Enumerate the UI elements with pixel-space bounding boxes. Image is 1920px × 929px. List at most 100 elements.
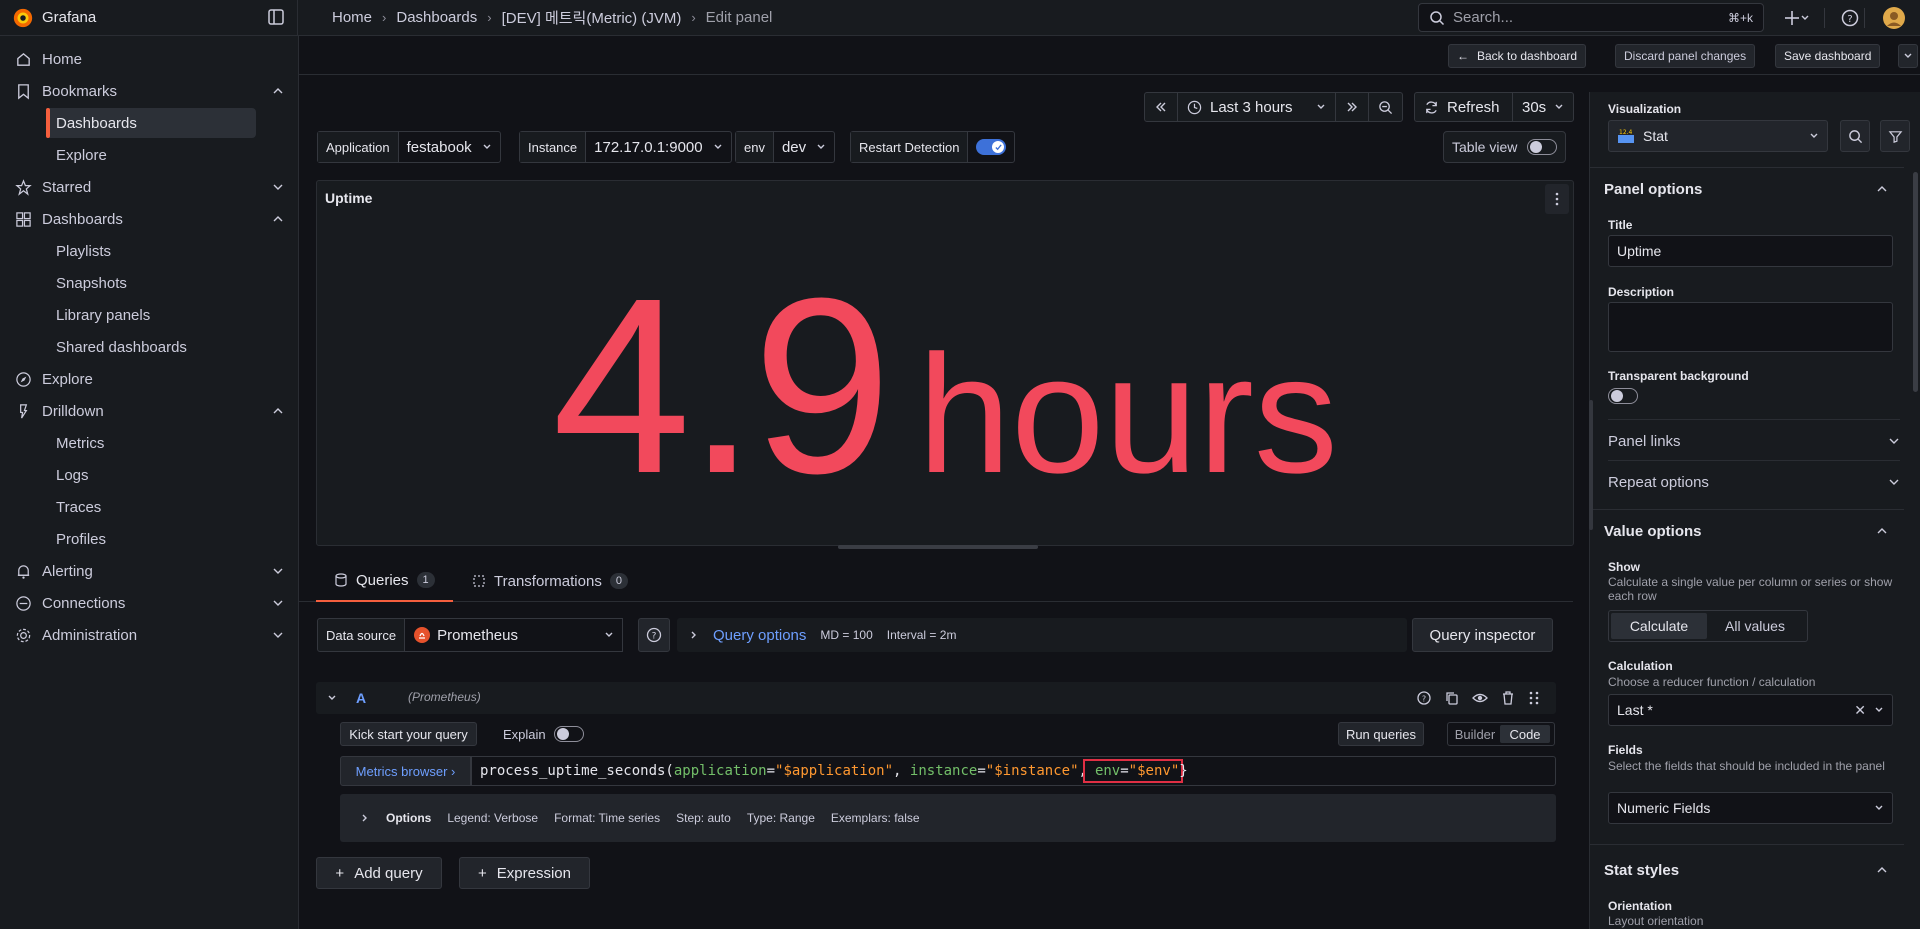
search-input[interactable]: Search... ⌘+k [1418,3,1764,32]
refresh-button[interactable]: Refresh [1415,93,1513,121]
query-options-summary[interactable]: Options Legend: Verbose Format: Time ser… [340,794,1556,842]
sidebar-item-dashboards[interactable]: Dashboards [0,204,298,234]
help-icon[interactable]: ? [1416,690,1432,706]
calculate-option[interactable]: Calculate [1611,613,1707,639]
chevron-down-icon[interactable] [272,597,284,609]
add-new-icon[interactable] [1782,8,1802,28]
run-queries-button[interactable]: Run queries [1338,722,1424,746]
back-to-dashboard-button[interactable]: ← Back to dashboard [1448,44,1587,68]
toggle-on[interactable] [976,139,1007,155]
dock-menu-icon[interactable] [267,8,285,26]
clear-icon[interactable]: ✕ [1854,702,1866,719]
explain-toggle[interactable] [554,726,584,742]
sidebar-item-administration[interactable]: Administration [0,620,298,650]
save-dashboard-button[interactable]: Save dashboard [1775,44,1881,68]
sidebar-item-alerting[interactable]: Alerting [0,556,298,586]
panel-menu-button[interactable] [1545,184,1569,214]
grafana-logo-icon[interactable] [12,7,34,29]
search-options-button[interactable] [1840,120,1870,152]
sidebar-item-home[interactable]: Home [0,44,298,74]
tab-transformations[interactable]: Transformations 0 [472,560,628,602]
sidebar-item-snapshots[interactable]: Snapshots [46,268,256,298]
time-shift-forward-button[interactable] [1336,93,1369,121]
chevron-up-icon[interactable] [272,213,284,225]
query-refid[interactable]: A [356,690,366,706]
add-query-button[interactable]: + Add query [316,857,442,889]
chevron-down-icon[interactable] [272,629,284,641]
kick-start-query-button[interactable]: Kick start your query [340,722,477,746]
sidebar-item-bookmark-dashboards[interactable]: Dashboards [46,108,256,138]
calculation-select[interactable]: Last * ✕ [1608,694,1893,726]
save-dropdown-button[interactable] [1898,44,1918,68]
eye-icon[interactable] [1472,690,1488,706]
description-input[interactable] [1608,302,1893,352]
chevron-down-icon[interactable] [272,565,284,577]
datasource-help-button[interactable]: ? [638,618,670,652]
repeat-options-header[interactable]: Repeat options [1608,465,1900,499]
sidebar-item-profiles[interactable]: Profiles [46,524,256,554]
toggle-off[interactable] [1527,139,1558,155]
sidebar-item-connections[interactable]: Connections [0,588,298,618]
application-select[interactable]: festabook [399,132,500,162]
sidebar-item-explore[interactable]: Explore [0,364,298,394]
value-options-header[interactable]: Value options [1590,511,1900,551]
all-values-option[interactable]: All values [1707,613,1803,639]
clock-icon [1187,100,1202,114]
env-select[interactable]: dev [774,132,834,162]
title-input[interactable]: Uptime [1608,235,1893,267]
refresh-interval-picker[interactable]: 30s [1513,93,1573,121]
sidebar-item-bookmark-explore[interactable]: Explore [46,140,256,170]
trash-icon[interactable] [1500,690,1516,706]
chevron-up-icon[interactable] [272,405,284,417]
breadcrumb: Home › Dashboards › [DEV] 메트릭(Metric) (J… [298,7,772,28]
copy-icon[interactable] [1444,690,1460,706]
panel-links-header[interactable]: Panel links [1608,424,1900,458]
chevron-up-icon[interactable] [272,85,284,97]
pane-resize-handle[interactable] [1589,400,1593,530]
help-icon[interactable]: ? [1840,8,1860,28]
query-inspector-button[interactable]: Query inspector [1412,618,1553,652]
time-shift-back-button[interactable] [1145,93,1178,121]
sidebar-item-shared-dashboards[interactable]: Shared dashboards [46,332,256,362]
transparent-background-toggle[interactable] [1608,388,1638,404]
restart-detection-switch[interactable] [968,132,1014,162]
zoom-out-button[interactable] [1369,93,1402,121]
fields-select[interactable]: Numeric Fields [1608,792,1893,824]
sidebar-item-logs[interactable]: Logs [46,460,256,490]
star-icon [15,178,32,196]
filter-options-button[interactable] [1880,120,1910,152]
promql-query-input[interactable]: process_uptime_seconds(application = "$app… [471,756,1556,786]
panel-resize-handle[interactable] [838,545,1038,549]
add-expression-button[interactable]: + Expression [459,857,590,889]
instance-select[interactable]: 172.17.0.1:9000 [586,132,730,162]
breadcrumb-home[interactable]: Home [332,9,372,26]
code-mode-button[interactable]: Code [1500,725,1550,743]
sidebar-item-drilldown[interactable]: Drilldown [0,396,298,426]
scrollbar[interactable] [1913,172,1918,392]
chevron-down-icon[interactable] [327,693,337,703]
chevron-down-icon[interactable] [1800,8,1810,28]
query-options-bar[interactable]: Query options MD = 100 Interval = 2m [677,618,1407,652]
sidebar-item-starred[interactable]: Starred [0,172,298,202]
visualization-picker[interactable]: 12.4 Stat [1608,120,1828,152]
sidebar-item-traces[interactable]: Traces [46,492,256,522]
panel-options-header[interactable]: Panel options [1590,169,1900,209]
sidebar-item-metrics[interactable]: Metrics [46,428,256,458]
builder-mode-button[interactable]: Builder [1450,725,1500,743]
chevron-down-icon[interactable] [272,181,284,193]
sidebar-item-bookmarks[interactable]: Bookmarks [0,76,298,106]
breadcrumb-dashboard[interactable]: [DEV] 메트릭(Metric) (JVM) [502,7,682,28]
stat-styles-header[interactable]: Stat styles [1590,850,1900,890]
compass-icon [16,371,31,387]
breadcrumb-dashboards[interactable]: Dashboards [396,9,477,26]
discard-changes-button[interactable]: Discard panel changes [1615,44,1756,68]
metrics-browser-button[interactable]: Metrics browser › [340,756,471,786]
drag-handle-icon[interactable] [1528,690,1540,706]
table-view-toggle[interactable]: Table view [1443,131,1567,163]
sidebar-item-playlists[interactable]: Playlists [46,236,256,266]
sidebar-item-library-panels[interactable]: Library panels [46,300,256,330]
time-range-picker[interactable]: Last 3 hours [1178,93,1336,121]
tab-queries[interactable]: Queries 1 [316,560,453,602]
datasource-select[interactable]: Prometheus [405,618,624,652]
avatar[interactable] [1883,7,1905,29]
